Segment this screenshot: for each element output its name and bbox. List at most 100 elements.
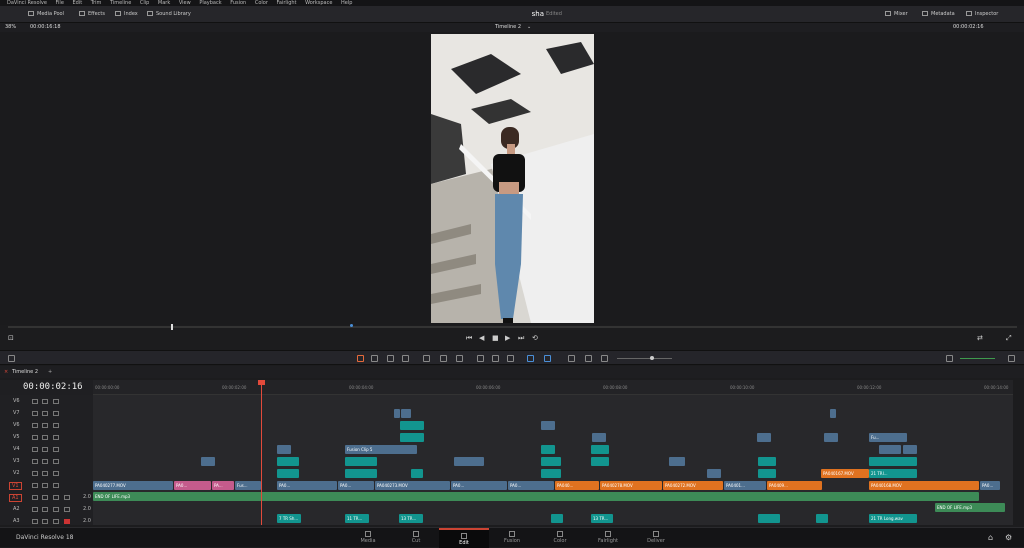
mute-icon[interactable] bbox=[64, 519, 70, 524]
lock-icon[interactable] bbox=[32, 399, 38, 404]
fullscreen-icon[interactable]: ⤢ bbox=[1006, 334, 1012, 343]
home-icon[interactable]: ⌂ bbox=[988, 533, 993, 542]
close-icon[interactable]: × bbox=[4, 366, 8, 378]
timeline-clip[interactable]: PA040272.MOV bbox=[663, 481, 723, 490]
lock-icon[interactable] bbox=[32, 507, 38, 512]
timeline-clip[interactable]: PA040168.MOV bbox=[869, 481, 979, 490]
timeline-clip[interactable] bbox=[277, 469, 299, 478]
dynamic-trim-icon[interactable] bbox=[387, 355, 394, 362]
page-cut[interactable]: Cut bbox=[391, 528, 441, 548]
playhead-handle[interactable] bbox=[258, 380, 265, 385]
timeline-clip[interactable] bbox=[758, 469, 776, 478]
visibility-icon[interactable] bbox=[53, 399, 59, 404]
trim-tool-icon[interactable] bbox=[371, 355, 378, 362]
auto-select-icon[interactable] bbox=[42, 459, 48, 464]
lock-icon[interactable] bbox=[32, 447, 38, 452]
volume-slider[interactable] bbox=[960, 358, 995, 359]
timeline-clip[interactable] bbox=[592, 433, 606, 442]
timeline-clip[interactable]: PA040167.MOV bbox=[821, 469, 869, 478]
timeline-clip[interactable] bbox=[277, 457, 299, 466]
timeline-clip[interactable]: PA040... bbox=[555, 481, 599, 490]
link-icon[interactable] bbox=[492, 355, 499, 362]
timeline-clip[interactable] bbox=[541, 445, 555, 454]
timeline-clip[interactable] bbox=[454, 457, 484, 466]
timeline-clip[interactable] bbox=[401, 409, 411, 418]
zoom-full-icon[interactable] bbox=[568, 355, 575, 362]
solo-icon[interactable] bbox=[53, 519, 59, 524]
auto-select-icon[interactable] bbox=[42, 447, 48, 452]
timeline-clip[interactable] bbox=[400, 433, 424, 442]
audio-clip[interactable] bbox=[816, 514, 828, 523]
timeline-clip[interactable] bbox=[411, 469, 423, 478]
timeline-clip[interactable] bbox=[541, 457, 561, 466]
lock-icon[interactable] bbox=[32, 519, 38, 524]
replace-clip-icon[interactable] bbox=[456, 355, 463, 362]
auto-select-icon[interactable] bbox=[42, 399, 48, 404]
lock-icon[interactable] bbox=[32, 495, 38, 500]
playhead[interactable] bbox=[258, 380, 265, 525]
timeline-clip[interactable] bbox=[277, 445, 291, 454]
timeline-clip[interactable] bbox=[903, 445, 917, 454]
mixer-button[interactable]: Mixer bbox=[885, 6, 908, 23]
page-edit[interactable]: Edit bbox=[439, 528, 489, 548]
timeline-clip[interactable]: Fusion Clip 5 bbox=[345, 445, 417, 454]
timeline-clip[interactable] bbox=[869, 457, 917, 466]
sound-library-button[interactable]: Sound Library bbox=[147, 6, 191, 23]
lock-icon[interactable] bbox=[32, 435, 38, 440]
zoom-detail-icon[interactable] bbox=[585, 355, 592, 362]
timeline-clip[interactable] bbox=[541, 469, 561, 478]
blade-tool-icon[interactable] bbox=[402, 355, 409, 362]
viewer-options-icon[interactable]: ⊡ bbox=[8, 334, 14, 342]
timeline-clip[interactable] bbox=[830, 409, 836, 418]
stop-icon[interactable]: ■ bbox=[492, 334, 499, 342]
zoom-level[interactable]: 38% bbox=[5, 23, 16, 32]
audio-clip[interactable] bbox=[551, 514, 563, 523]
play-icon[interactable]: ▶ bbox=[505, 334, 510, 342]
flag-icon[interactable] bbox=[527, 355, 534, 362]
visibility-icon[interactable] bbox=[53, 471, 59, 476]
viewer-scrub-bar[interactable] bbox=[8, 324, 1017, 330]
timeline-clip[interactable] bbox=[707, 469, 721, 478]
timeline-clip[interactable] bbox=[758, 457, 776, 466]
timeline-clip[interactable] bbox=[591, 457, 609, 466]
timeline-clip[interactable]: PA... bbox=[212, 481, 234, 490]
zoom-slider-handle[interactable] bbox=[650, 356, 654, 360]
timeline-clip[interactable]: PA0... bbox=[980, 481, 1000, 490]
timeline-clip[interactable]: PA040277.MOV bbox=[93, 481, 173, 490]
audio-clip[interactable]: 7 TR Sh... bbox=[277, 514, 301, 523]
visibility-icon[interactable] bbox=[53, 459, 59, 464]
lock-icon[interactable] bbox=[32, 471, 38, 476]
auto-select-icon[interactable] bbox=[42, 423, 48, 428]
audio-clip[interactable]: END OF LIFE.mp3 bbox=[93, 492, 979, 501]
overwrite-clip-icon[interactable] bbox=[440, 355, 447, 362]
settings-icon[interactable]: ⚙ bbox=[1005, 533, 1012, 542]
timeline-clip[interactable] bbox=[201, 457, 215, 466]
auto-select-icon[interactable] bbox=[42, 471, 48, 476]
marker-icon[interactable] bbox=[544, 355, 551, 362]
timeline-clip[interactable]: 21 TRI... bbox=[869, 469, 917, 478]
auto-select-icon[interactable] bbox=[42, 519, 48, 524]
lock-icon[interactable] bbox=[32, 423, 38, 428]
auto-select-icon[interactable] bbox=[42, 495, 48, 500]
timeline-clip[interactable]: Fu... bbox=[869, 433, 907, 442]
loop-icon[interactable]: ⟲ bbox=[532, 334, 538, 342]
page-media[interactable]: Media bbox=[343, 528, 393, 548]
solo-icon[interactable] bbox=[53, 495, 59, 500]
effects-button[interactable]: Effects bbox=[79, 6, 105, 23]
selection-tool-icon[interactable] bbox=[357, 355, 364, 362]
timeline-clip[interactable] bbox=[345, 457, 377, 466]
visibility-icon[interactable] bbox=[53, 411, 59, 416]
audio-clip[interactable]: END OF LIFE.mp3 bbox=[935, 503, 1005, 512]
visibility-icon[interactable] bbox=[53, 435, 59, 440]
auto-select-icon[interactable] bbox=[42, 507, 48, 512]
timeline-clip[interactable]: PA040273.MOV bbox=[375, 481, 450, 490]
layout-icon[interactable] bbox=[8, 355, 15, 362]
viewer-timeline-name[interactable]: Timeline 2 bbox=[495, 23, 521, 32]
timeline-clip[interactable]: PA0... bbox=[508, 481, 554, 490]
chevron-down-icon[interactable]: ⌄ bbox=[527, 23, 531, 32]
auto-select-icon[interactable] bbox=[42, 435, 48, 440]
timeline-clip[interactable]: Fus... bbox=[235, 481, 261, 490]
audio-clip[interactable]: 13 TR... bbox=[399, 514, 423, 523]
insert-clip-icon[interactable] bbox=[423, 355, 430, 362]
lock-icon[interactable] bbox=[32, 459, 38, 464]
